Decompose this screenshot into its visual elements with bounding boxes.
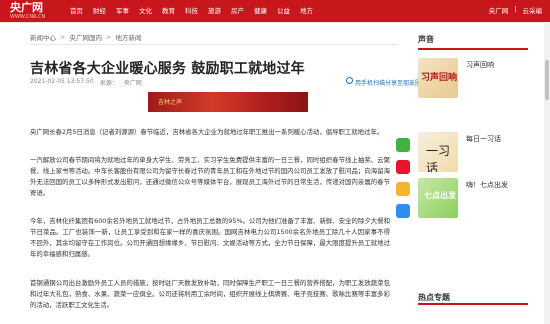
nav-right-cnr[interactable]: 央广网 [489, 5, 509, 15]
nav-item-local[interactable]: 地方 [300, 5, 313, 15]
sidebar: 声音 [418, 34, 550, 50]
article-time: 2021-02-05 13:57:50 [30, 78, 94, 85]
nav-item-tech[interactable]: 科技 [185, 5, 198, 15]
article-source[interactable]: 央广网 [124, 78, 142, 87]
share-icons [396, 138, 410, 218]
article-paragraph-2: 一汽解放公司春节期间将为就地过年的单身大学生、劳务工、实习学生免费提供丰富的一日… [30, 156, 390, 197]
sidebar-item-title[interactable]: 嗨！七点出发 [466, 180, 508, 190]
nav-item-realestate[interactable]: 房产 [231, 5, 244, 15]
header-divider [0, 22, 550, 23]
breadcrumb-news[interactable]: 新闻中心 [30, 32, 56, 42]
nav-item-travel[interactable]: 旅游 [208, 5, 221, 15]
article-title: 吉林省各大企业暖心服务 鼓励职工就地过年 [30, 61, 305, 77]
sidebar-thumb[interactable]: 七点出发 [418, 178, 458, 218]
sidebar-thumb-text: 习声回响 [421, 73, 458, 83]
hot-topics-bar [418, 303, 528, 305]
sidebar-thumb-text: 七点出发 [424, 191, 456, 200]
sidebar-item-title[interactable]: 每日一习话 [466, 134, 501, 144]
nav-item-home[interactable]: 首页 [70, 5, 83, 15]
qq-icon[interactable] [396, 204, 410, 218]
article-source-label: 来源： [99, 80, 118, 87]
article-paragraph-3: 今年，吉林化纤集团有600余名外地员工就地过节，占外地员工总数的95%。公司为他… [30, 217, 390, 258]
site-logo-sub: WWW.CNR.CN [10, 14, 46, 20]
sidebar-section-title: 声音 [418, 34, 528, 50]
main-nav: 首页 财经 军事 文化 教育 科技 旅游 房产 健康 公益 地方 [70, 5, 313, 15]
breadcrumb-sep: > [60, 33, 66, 41]
wechat-icon[interactable] [396, 138, 410, 152]
breadcrumb-sep: > [105, 33, 112, 41]
photo-caption: 吉林之声 [158, 99, 183, 106]
scrollbar-thumb[interactable] [545, 60, 549, 100]
sidebar-thumb[interactable]: 习声回响 [418, 58, 458, 98]
share-icon[interactable] [346, 77, 353, 84]
nav-item-culture[interactable]: 文化 [139, 5, 152, 15]
nav-item-charity[interactable]: 公益 [277, 5, 290, 15]
nav-item-health[interactable]: 健康 [254, 5, 267, 15]
share-link[interactable]: 用手机扫描分享至朋友圈 [355, 78, 421, 87]
nav-right-sep: | [514, 5, 517, 13]
article-photo: 吉林之声 [148, 92, 308, 112]
sidebar-item-title[interactable]: 习声回响 [466, 60, 494, 70]
nav-item-military[interactable]: 军事 [116, 5, 129, 15]
qzone-icon[interactable] [396, 182, 410, 196]
article-meta: 2021-02-05 13:57:50 来源： 央广网 [30, 78, 142, 87]
breadcrumb-divider [30, 44, 398, 45]
sidebar-item[interactable]: 习声回响 习声回响 [418, 58, 494, 98]
weibo-icon[interactable] [396, 160, 410, 174]
article-paragraph-4: 首钢通钢公司出台激励外员工人员的措施，按时驻厂天数发放补助，同时保障生产职工一日… [30, 279, 390, 309]
breadcrumb-local[interactable]: 地方新闻 [115, 32, 141, 42]
article-paragraph-1: 央广网长春2月5日消息（记者刘源源）春节临近，吉林省各大企业为就地过年职工推出一… [30, 128, 384, 136]
sidebar-thumb[interactable]: 一习话 [418, 132, 458, 172]
breadcrumb-domestic[interactable]: 央广网国内 [69, 32, 102, 42]
sidebar-item[interactable]: 七点出发 嗨！七点出发 [418, 178, 508, 218]
breadcrumb: 新闻中心 > 央广网国内 > 地方新闻 [30, 32, 141, 42]
sidebar-item[interactable]: 一习话 每日一习话 [418, 132, 501, 172]
nav-right: 央广网 | 云采编 [489, 5, 542, 15]
hot-topics-title: 热点专题 [418, 293, 450, 302]
sidebar-thumb-text: 一习话 [426, 144, 451, 172]
nav-item-finance[interactable]: 财经 [93, 5, 106, 15]
nav-item-education[interactable]: 教育 [162, 5, 175, 15]
nav-right-cloud[interactable]: 云采编 [523, 5, 543, 15]
